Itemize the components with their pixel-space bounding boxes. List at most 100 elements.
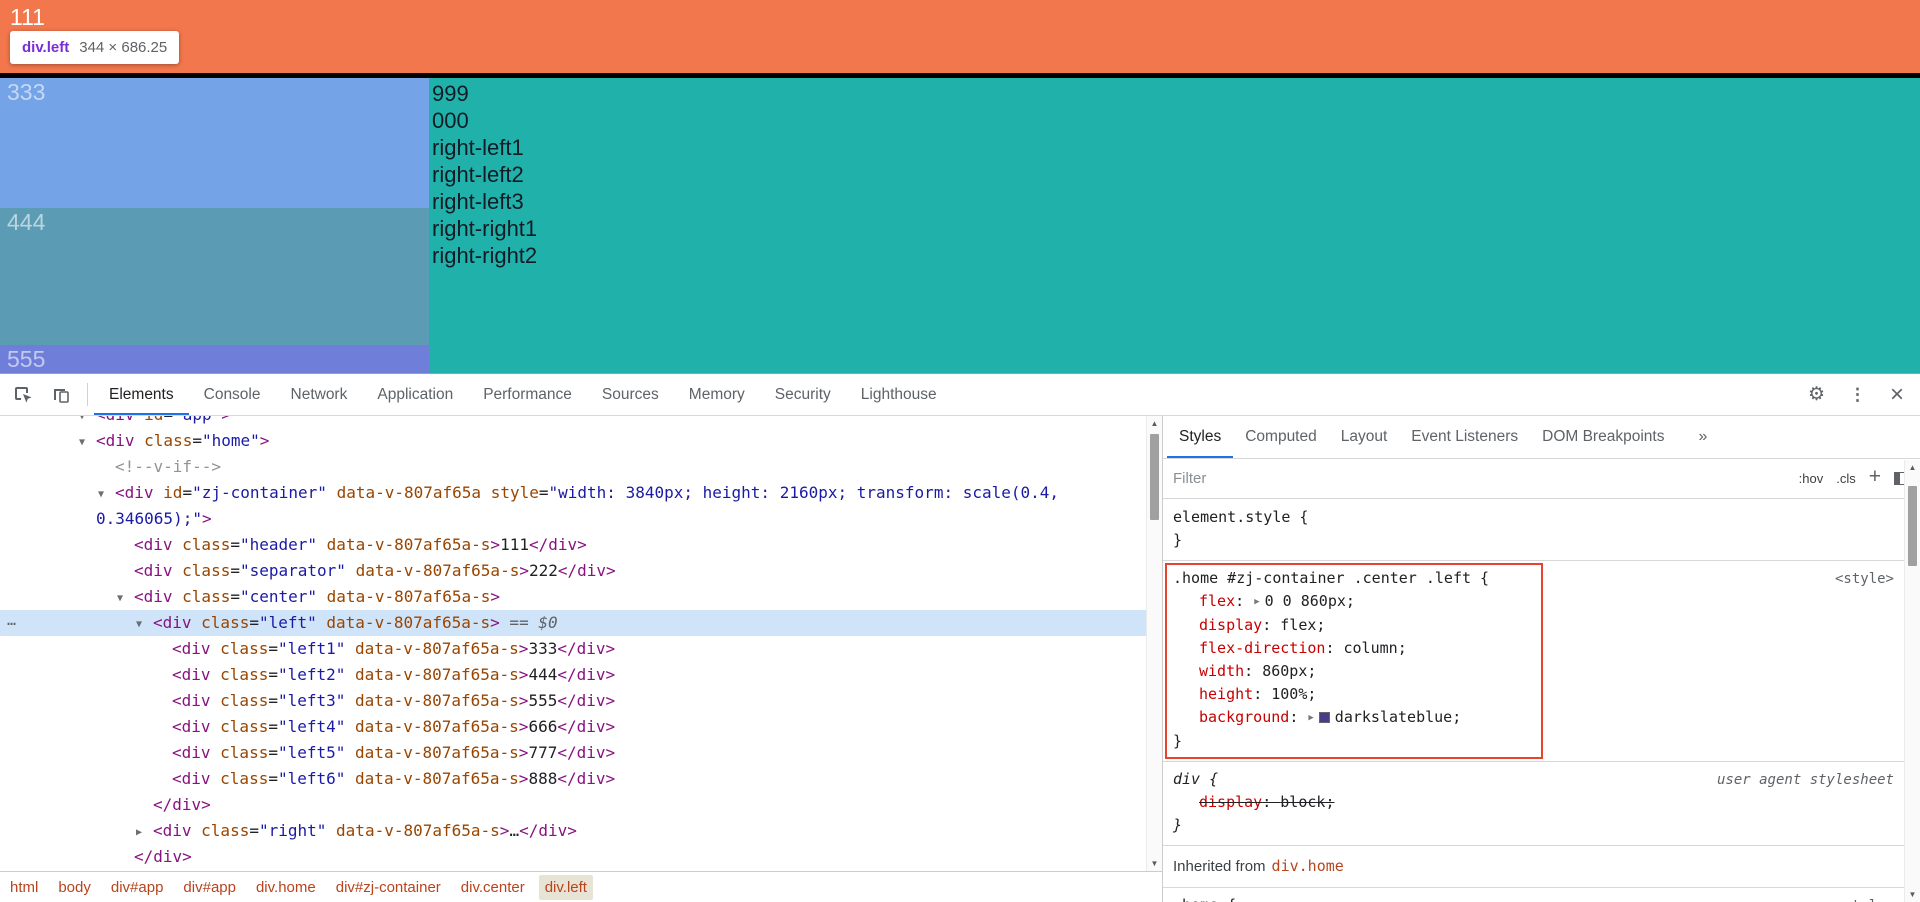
breadcrumb-item-html[interactable]: html <box>4 875 44 900</box>
box-label: 444 <box>7 209 46 235</box>
tree-row[interactable]: <div class="left3" data-v-807af65a-s>555… <box>0 688 1146 714</box>
page-box-left3: 555 <box>0 345 429 373</box>
settings-gear-icon[interactable]: ⚙ <box>1808 383 1825 406</box>
stylesheet-link[interactable]: <style> <box>1835 895 1894 902</box>
expand-shorthand-icon[interactable]: ▶ <box>1308 707 1313 730</box>
page-box-left1: 333 <box>0 78 429 208</box>
collapse-arrow-icon[interactable]: ▼ <box>136 612 153 638</box>
row-menu-icon[interactable]: … <box>7 607 17 633</box>
styles-sidebar-tabs: Styles Computed Layout Event Listeners D… <box>1163 416 1920 459</box>
css-rule-div-user-agent[interactable]: user agent stylesheet div {display: bloc… <box>1163 762 1904 846</box>
tab-event-listeners[interactable]: Event Listeners <box>1399 416 1530 458</box>
inherited-node-link[interactable]: div.home <box>1272 857 1344 875</box>
tab-styles[interactable]: Styles <box>1167 416 1233 458</box>
styles-pane: Styles Computed Layout Event Listeners D… <box>1163 416 1920 902</box>
tree-row[interactable]: <div class="left5" data-v-807af65a-s>777… <box>0 740 1146 766</box>
breadcrumb-item-zj-container[interactable]: div#zj-container <box>330 875 447 900</box>
breadcrumb-item-home[interactable]: div.home <box>250 875 322 900</box>
collapse-arrow-icon[interactable]: ▼ <box>98 482 115 508</box>
page-text-line: 999 <box>432 81 469 106</box>
tree-row[interactable]: </div> <box>0 844 1146 870</box>
tree-row[interactable]: <!--v-if--> <box>0 454 1146 480</box>
tab-elements[interactable]: Elements <box>94 374 189 415</box>
scroll-down-arrow-icon[interactable]: ▼ <box>1905 890 1920 899</box>
tree-row[interactable]: … ▼ <div class="left" data-v-807af65a-s> =… <box>0 610 1146 636</box>
color-swatch[interactable] <box>1318 712 1330 723</box>
tree-row[interactable]: 0.346065);"> <box>0 506 1146 532</box>
scroll-up-arrow-icon[interactable]: ▲ <box>1147 419 1162 428</box>
css-rule-home[interactable]: <style> .home { <box>1163 888 1904 902</box>
kebab-menu-icon[interactable]: ⋮ <box>1849 385 1866 405</box>
selected-node-hint: == $0 <box>499 613 558 632</box>
screen: 111 div.left 344 × 686.25 333 444 555 99… <box>0 0 1920 902</box>
toggle-element-state-button[interactable]: :hov <box>1799 471 1824 486</box>
page-text-line: right-right2 <box>432 243 538 268</box>
collapse-arrow-icon[interactable]: ▼ <box>79 430 96 456</box>
breadcrumb-item-app2[interactable]: div#app <box>177 875 242 900</box>
user-agent-stylesheet-label: user agent stylesheet <box>1716 772 1894 788</box>
tab-application[interactable]: Application <box>362 374 468 415</box>
breadcrumb-item-center[interactable]: div.center <box>455 875 531 900</box>
more-tabs-icon[interactable]: » <box>1684 416 1721 458</box>
scrollbar-thumb[interactable] <box>1908 486 1917 566</box>
tab-dom-breakpoints[interactable]: DOM Breakpoints <box>1530 416 1676 458</box>
tree-row[interactable]: ▼ <div class="center" data-v-807af65a-s> <box>0 584 1146 610</box>
tab-console[interactable]: Console <box>189 374 276 415</box>
css-property[interactable]: width: 860px; <box>1173 660 1894 683</box>
breadcrumb-item-app[interactable]: div#app <box>105 875 170 900</box>
page-box-left2: 444 <box>0 208 429 345</box>
tree-row[interactable]: ▼<div id="app"> <box>0 416 1146 428</box>
tab-performance[interactable]: Performance <box>468 374 587 415</box>
tab-memory[interactable]: Memory <box>674 374 760 415</box>
tab-layout[interactable]: Layout <box>1329 416 1400 458</box>
tree-row[interactable]: <div class="header" data-v-807af65a-s>11… <box>0 532 1146 558</box>
css-property[interactable]: display: block; <box>1173 791 1894 814</box>
scroll-down-arrow-icon[interactable]: ▼ <box>1147 859 1162 868</box>
tab-security[interactable]: Security <box>760 374 846 415</box>
inherited-from-section: Inherited from div.home <box>1163 846 1904 888</box>
tree-row[interactable]: ▶ <div class="right" data-v-807af65a-s>…<… <box>0 818 1146 844</box>
tree-row[interactable]: ▼ <div class="home"> <box>0 428 1146 454</box>
tree-row[interactable]: <div class="left1" data-v-807af65a-s>333… <box>0 636 1146 662</box>
device-toolbar-icon[interactable] <box>51 385 71 405</box>
tree-row[interactable]: ▼ <div id="zj-container" data-v-807af65a … <box>0 480 1146 506</box>
tooltip-selector: div.left <box>22 39 70 56</box>
tree-row[interactable]: <div class="left4" data-v-807af65a-s>666… <box>0 714 1146 740</box>
inspect-tooltip: div.left 344 × 686.25 <box>10 31 180 64</box>
tree-row[interactable]: <div class="left6" data-v-807af65a-s>888… <box>0 766 1146 792</box>
tab-network[interactable]: Network <box>276 374 363 415</box>
tab-computed[interactable]: Computed <box>1233 416 1329 458</box>
styles-filter-input[interactable] <box>1173 470 1786 487</box>
css-selector: element.style { <box>1173 508 1309 526</box>
css-rule-left[interactable]: <style> .home #zj-container .center .lef… <box>1163 561 1904 762</box>
styles-scrollbar[interactable]: ▲ ▼ <box>1904 460 1920 902</box>
css-property[interactable]: background: ▶ darkslateblue; <box>1173 706 1894 730</box>
css-property[interactable]: flex: ▶ 0 0 860px; <box>1173 590 1894 614</box>
css-property[interactable]: display: flex; <box>1173 614 1894 637</box>
tree-row[interactable]: </div> <box>0 792 1146 818</box>
tree-row[interactable]: <div class="left2" data-v-807af65a-s>444… <box>0 662 1146 688</box>
styles-filter-bar: :hov .cls + <box>1163 459 1920 499</box>
scrollbar-thumb[interactable] <box>1150 434 1159 520</box>
element-style-section[interactable]: element.style {} <box>1163 500 1904 561</box>
breadcrumb-item-left[interactable]: div.left <box>538 874 593 900</box>
scroll-up-arrow-icon[interactable]: ▲ <box>1905 463 1920 472</box>
tab-lighthouse[interactable]: Lighthouse <box>846 374 952 415</box>
new-style-rule-button[interactable]: + <box>1869 465 1881 489</box>
tree-row[interactable]: <div class="separator" data-v-807af65a-s… <box>0 558 1146 584</box>
elements-scrollbar[interactable]: ▲ ▼ <box>1146 416 1162 871</box>
page-text-line: 000 <box>432 108 469 133</box>
inspect-element-icon[interactable] <box>13 385 33 405</box>
expand-shorthand-icon[interactable]: ▶ <box>1254 591 1259 614</box>
expand-arrow-icon[interactable]: ▶ <box>136 820 153 846</box>
css-property[interactable]: flex-direction: column; <box>1173 637 1894 660</box>
page-text-line: right-left1 <box>432 135 524 160</box>
close-devtools-icon[interactable]: × <box>1890 382 1904 406</box>
stylesheet-link[interactable]: <style> <box>1835 568 1894 591</box>
inherited-from-label: Inherited from <box>1173 858 1266 875</box>
css-property[interactable]: height: 100%; <box>1173 683 1894 706</box>
tab-sources[interactable]: Sources <box>587 374 674 415</box>
collapse-arrow-icon[interactable]: ▼ <box>117 586 134 612</box>
breadcrumb-item-body[interactable]: body <box>52 875 97 900</box>
element-classes-button[interactable]: .cls <box>1836 471 1856 486</box>
